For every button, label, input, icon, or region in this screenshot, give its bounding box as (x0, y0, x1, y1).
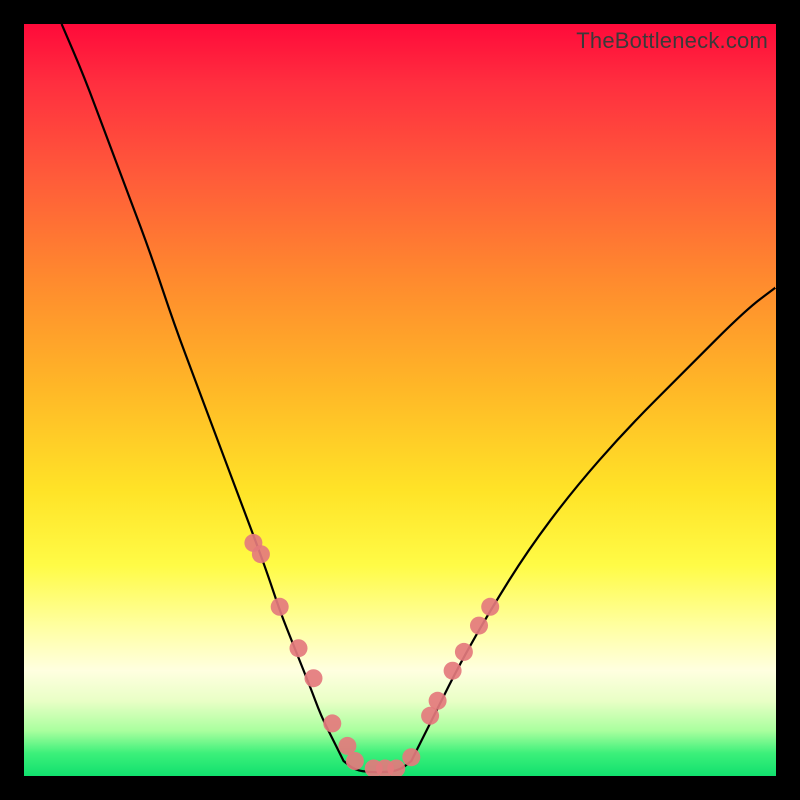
data-markers (244, 534, 499, 776)
marker-dot (402, 748, 420, 766)
chart-svg (24, 24, 776, 776)
plot-area: TheBottleneck.com (24, 24, 776, 776)
marker-dot (338, 737, 356, 755)
marker-dot (429, 692, 447, 710)
marker-dot (252, 545, 270, 563)
marker-dot (470, 617, 488, 635)
marker-dot (290, 639, 308, 657)
marker-dot (481, 598, 499, 616)
marker-dot (323, 714, 341, 732)
marker-dot (455, 643, 473, 661)
bottleneck-curve (62, 24, 776, 772)
marker-dot (444, 662, 462, 680)
chart-frame: TheBottleneck.com (0, 0, 800, 800)
curve-path (62, 24, 776, 772)
marker-dot (271, 598, 289, 616)
marker-dot (305, 669, 323, 687)
